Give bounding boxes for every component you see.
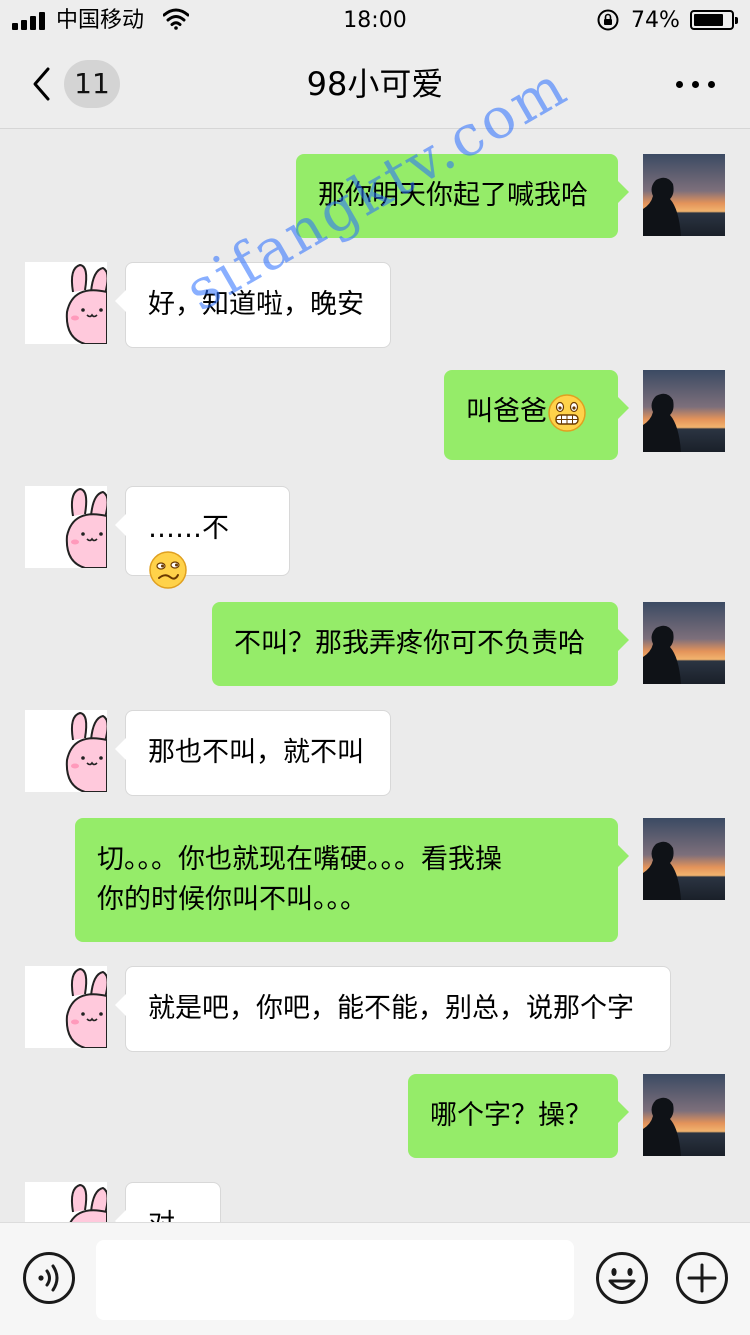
pink-bunny-avatar bbox=[25, 710, 107, 792]
message-text: 就是吧，你吧，能不能，别总，说那个字 bbox=[148, 993, 634, 1024]
sunset-silhouette-avatar bbox=[643, 1074, 725, 1156]
voice-icon[interactable] bbox=[22, 1251, 76, 1305]
sunset-silhouette-avatar bbox=[643, 154, 725, 236]
incoming-message-bubble[interactable]: 就是吧，你吧，能不能，别总，说那个字 bbox=[115, 966, 671, 1052]
smirk-face-icon bbox=[149, 550, 187, 589]
message-text: 不叫？那我弄疼你可不负责哈 bbox=[234, 628, 585, 659]
contact-avatar[interactable] bbox=[25, 966, 107, 1048]
grinning-face-icon bbox=[548, 393, 586, 432]
message-text: 对 bbox=[148, 1209, 175, 1222]
message-text: 那也不叫，就不叫 bbox=[148, 737, 364, 768]
chat-message-list[interactable]: 那你明天你起了喊我哈 好，知道啦，晚安 叫爸爸 ……不 不叫？那我弄疼你可不负责… bbox=[0, 129, 750, 1222]
message-text: 切。。。你也就现在嘴硬。。。看我操 你的时候你叫不叫。。。 bbox=[97, 844, 502, 915]
contact-avatar[interactable] bbox=[25, 486, 107, 568]
incoming-message-bubble[interactable]: 那也不叫，就不叫 bbox=[115, 710, 391, 796]
pink-bunny-avatar bbox=[25, 1182, 107, 1222]
outgoing-message-bubble[interactable]: 哪个字？操？ bbox=[408, 1074, 629, 1158]
my-avatar[interactable] bbox=[643, 602, 725, 684]
more-button[interactable] bbox=[672, 64, 720, 104]
pink-bunny-avatar bbox=[25, 966, 107, 1048]
sunset-silhouette-avatar bbox=[643, 818, 725, 900]
message-text: 哪个字？操？ bbox=[430, 1100, 592, 1131]
outgoing-message-bubble[interactable]: 不叫？那我弄疼你可不负责哈 bbox=[212, 602, 629, 686]
my-avatar[interactable] bbox=[643, 154, 725, 236]
pink-bunny-avatar bbox=[25, 262, 107, 344]
sunset-silhouette-avatar bbox=[643, 602, 725, 684]
message-text: 好，知道啦，晚安 bbox=[148, 289, 364, 320]
my-avatar[interactable] bbox=[643, 370, 725, 452]
contact-avatar[interactable] bbox=[25, 262, 107, 344]
message-input[interactable] bbox=[96, 1240, 574, 1320]
outgoing-message-bubble[interactable]: 那你明天你起了喊我哈 bbox=[296, 154, 629, 238]
sunset-silhouette-avatar bbox=[643, 370, 725, 452]
my-avatar[interactable] bbox=[643, 1074, 725, 1156]
battery-percent: 74% bbox=[631, 8, 680, 33]
message-text: 那你明天你起了喊我哈 bbox=[318, 180, 588, 211]
incoming-message-bubble[interactable]: 对 bbox=[115, 1182, 221, 1222]
chat-title: 98小可爱 bbox=[306, 65, 444, 103]
incoming-message-bubble[interactable]: ……不 bbox=[115, 486, 290, 589]
rotation-lock-icon bbox=[597, 9, 619, 31]
outgoing-message-bubble[interactable]: 切。。。你也就现在嘴硬。。。看我操 你的时候你叫不叫。。。 bbox=[75, 818, 629, 942]
plus-icon[interactable] bbox=[675, 1251, 729, 1305]
message-text: 叫爸爸 bbox=[466, 396, 547, 427]
nav-bar: 11 98小可爱 bbox=[0, 40, 750, 129]
outgoing-message-bubble[interactable]: 叫爸爸 bbox=[444, 370, 629, 460]
input-bar bbox=[0, 1222, 750, 1335]
my-avatar[interactable] bbox=[643, 818, 725, 900]
contact-avatar[interactable] bbox=[25, 1182, 107, 1222]
battery-icon bbox=[690, 10, 738, 30]
message-text: ……不 bbox=[148, 513, 229, 544]
incoming-message-bubble[interactable]: 好，知道啦，晚安 bbox=[115, 262, 391, 348]
emoji-icon[interactable] bbox=[595, 1251, 649, 1305]
contact-avatar[interactable] bbox=[25, 710, 107, 792]
pink-bunny-avatar bbox=[25, 486, 107, 568]
status-bar: 中国移动 18:00 74% bbox=[0, 0, 750, 40]
